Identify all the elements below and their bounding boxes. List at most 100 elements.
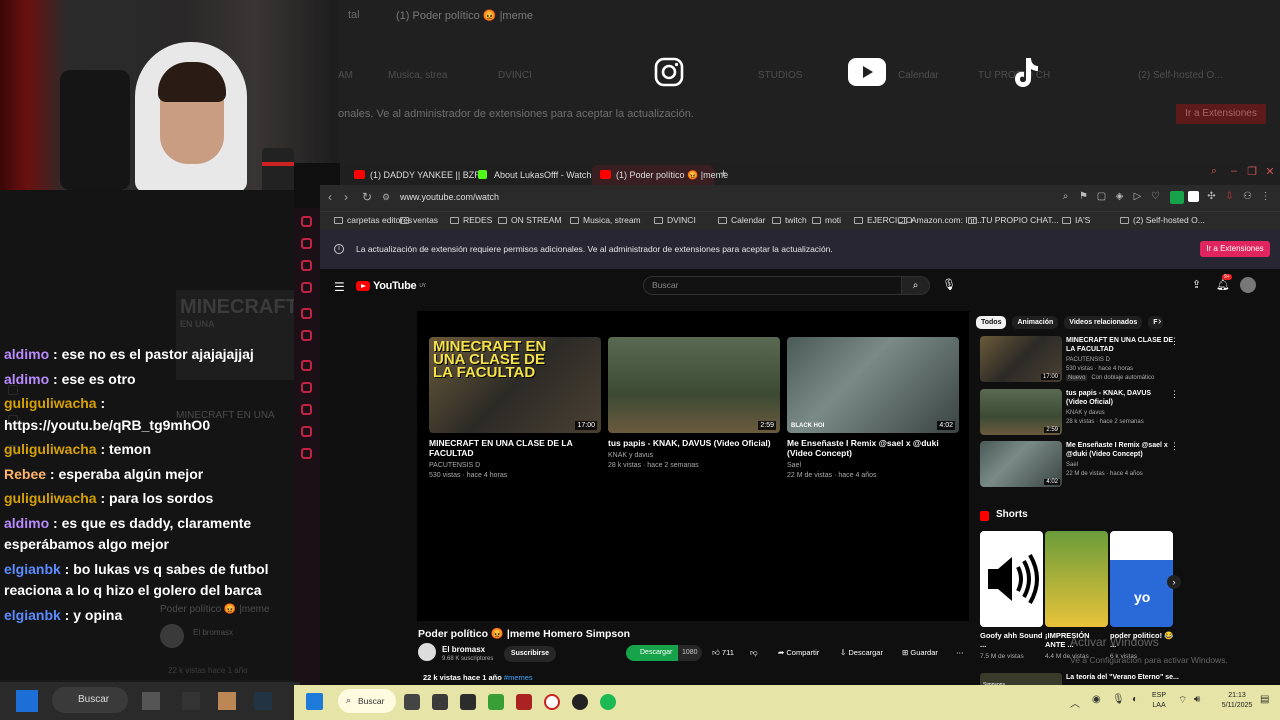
- chip-2[interactable]: Videos relacionados: [1064, 316, 1143, 329]
- chat-username[interactable]: aldimo: [4, 515, 49, 531]
- upload-icon[interactable]: ⇪: [1192, 278, 1201, 291]
- tray-icon[interactable]: ◉: [1092, 694, 1101, 705]
- sidebar-icon[interactable]: [301, 404, 312, 415]
- chat-username[interactable]: Rebee: [4, 466, 46, 482]
- download-button[interactable]: ⇩ Descargar: [840, 645, 883, 661]
- chat-username[interactable]: elgianbk: [4, 607, 61, 623]
- back-icon[interactable]: ‹: [328, 190, 332, 204]
- tray-chevron-icon[interactable]: ︿: [1070, 695, 1080, 710]
- chat-username[interactable]: aldimo: [4, 371, 49, 387]
- bookmark-icon[interactable]: ⚑: [1078, 191, 1089, 202]
- opera-icon[interactable]: [544, 694, 560, 710]
- related-title[interactable]: MINECRAFT EN UNA CLASE DE LA FACULTAD: [1066, 336, 1174, 354]
- profile-icon[interactable]: ⚇: [1242, 191, 1253, 202]
- short-thumbnail[interactable]: yo: [1110, 531, 1173, 627]
- shield-icon[interactable]: ◈: [1114, 191, 1125, 202]
- app-icon[interactable]: [516, 694, 532, 710]
- chat-username[interactable]: aldimo: [4, 346, 49, 362]
- subscribe-button[interactable]: Suscribirse: [504, 646, 556, 662]
- related-video[interactable]: 2:59 tus papis - KNAK, DAVUS (Video Ofici…: [980, 389, 1180, 439]
- sidebar-icon[interactable]: [301, 238, 312, 249]
- save-button[interactable]: ⊞ Guardar: [902, 645, 938, 661]
- app-icon[interactable]: [432, 694, 448, 710]
- url-field[interactable]: www.youtube.com/watch: [400, 192, 499, 202]
- search-input[interactable]: Buscar: [643, 276, 902, 295]
- related-title[interactable]: tus papis - KNAK, DAVUS (Video Oficial): [1066, 389, 1174, 407]
- video-thumbnail[interactable]: BLACK HOI 4:02: [787, 337, 959, 433]
- sidebar-icon[interactable]: [301, 360, 312, 371]
- bookmark-item[interactable]: moti: [812, 215, 841, 225]
- chip-0[interactable]: Todos: [976, 316, 1007, 329]
- endscreen-card[interactable]: 2:59 tus papis - KNAK, DAVUS (Video Ofici…: [608, 337, 780, 470]
- minimize-button[interactable]: –: [1226, 165, 1242, 177]
- more-button[interactable]: ⋯: [956, 645, 964, 661]
- hashtag[interactable]: #memes: [504, 673, 533, 682]
- bottom-related-title[interactable]: La teoría del "Verano Eterno" se...: [1066, 674, 1179, 681]
- youtube-logo[interactable]: YouTube UY: [356, 280, 426, 292]
- mic-tray-icon[interactable]: 🎙︎: [1112, 694, 1125, 705]
- spotify-icon[interactable]: [600, 694, 616, 710]
- share-button[interactable]: ➦ Compartir: [778, 645, 819, 661]
- taskbar-app-icon[interactable]: [254, 692, 272, 710]
- bookmark-item[interactable]: DVINCI: [654, 215, 696, 225]
- chip-1[interactable]: Animación: [1012, 316, 1059, 329]
- new-tab-button[interactable]: +: [720, 166, 727, 180]
- close-button[interactable]: ✕: [1262, 165, 1278, 178]
- sidebar-icon[interactable]: [301, 382, 312, 393]
- bookmark-item[interactable]: TU PROPIO CHAT...: [968, 215, 1059, 225]
- windows-start-icon[interactable]: [16, 690, 38, 712]
- sidebar-icon[interactable]: [301, 216, 312, 227]
- endscreen-title[interactable]: Me Enseñaste I Remix @sael x @duki (Vide…: [787, 438, 959, 458]
- maximize-button[interactable]: ❐: [1244, 165, 1260, 178]
- bookmark-item[interactable]: Calendar: [718, 215, 766, 225]
- kebab-icon[interactable]: ⋮: [1170, 389, 1179, 400]
- minecraft-icon[interactable]: [488, 694, 504, 710]
- app-icon[interactable]: [460, 694, 476, 710]
- taskbar-app-icon[interactable]: [218, 692, 236, 710]
- chat-username[interactable]: guliguliwacha: [4, 441, 97, 457]
- chat-username[interactable]: elgianbk: [4, 561, 61, 577]
- avatar[interactable]: [1240, 277, 1256, 293]
- chat-username[interactable]: guliguliwacha: [4, 490, 97, 506]
- search-button[interactable]: ⌕: [902, 276, 930, 295]
- sidebar-icon[interactable]: [301, 330, 312, 341]
- endscreen-card[interactable]: MINECRAFT EN UNA CLASE DE LA FACULTAD 17:…: [429, 337, 601, 480]
- heart-icon[interactable]: ♡: [1150, 191, 1161, 202]
- kebab-icon[interactable]: ⋮: [1170, 336, 1179, 347]
- video-thumbnail[interactable]: 2:59: [608, 337, 780, 433]
- zoom-icon[interactable]: ⌕: [1060, 191, 1071, 202]
- shorts-next-icon[interactable]: ›: [1167, 575, 1181, 589]
- sidebar-icon[interactable]: [301, 308, 312, 319]
- related-thumbnail[interactable]: 4:02: [980, 441, 1062, 487]
- sidebar-icon[interactable]: [301, 448, 312, 459]
- volume-icon[interactable]: 🔊︎: [1194, 694, 1200, 705]
- search-tabs-icon[interactable]: ⌕: [1206, 165, 1222, 178]
- bookmark-item[interactable]: REDES: [450, 215, 492, 225]
- download-icon[interactable]: ⇩: [1224, 191, 1235, 202]
- short-title[interactable]: Goofy ahh Sound ...: [980, 631, 1044, 649]
- wifi-icon[interactable]: ⌔: [1178, 694, 1187, 707]
- related-thumbnail[interactable]: 2:59: [980, 389, 1062, 435]
- tab-kick[interactable]: About LukasOfff - Watch: [470, 165, 591, 185]
- extension-icon[interactable]: [1170, 191, 1184, 204]
- bookmark-item[interactable]: ON STREAM: [498, 215, 562, 225]
- site-info-icon[interactable]: ⚙: [382, 192, 390, 203]
- tab-daddy-yankee[interactable]: (1) DADDY YANKEE || BZR: [346, 165, 481, 185]
- forward-icon[interactable]: ›: [344, 190, 348, 204]
- related-video[interactable]: 4:02 Me Enseñaste I Remix @sael x @duki (…: [980, 441, 1180, 491]
- menu-icon[interactable]: ☰: [334, 280, 345, 294]
- language-indicator[interactable]: ESP LAA: [1152, 691, 1166, 711]
- taskbar-app-icon[interactable]: [182, 692, 200, 710]
- short-thumbnail[interactable]: [980, 531, 1043, 627]
- tray-icon[interactable]: ◐: [1132, 694, 1138, 705]
- related-thumbnail[interactable]: 17:00: [980, 336, 1062, 382]
- download-extension-button[interactable]: Descargar 1080: [626, 645, 702, 661]
- windows-start-icon[interactable]: [306, 693, 323, 710]
- chevron-right-icon[interactable]: ›: [1158, 316, 1161, 327]
- play-icon[interactable]: ▷: [1132, 191, 1143, 202]
- sidebar-icon[interactable]: [301, 260, 312, 271]
- task-view-icon[interactable]: [404, 694, 420, 710]
- obs-icon[interactable]: [572, 694, 588, 710]
- mic-icon[interactable]: 🎙: [942, 278, 956, 291]
- menu-icon[interactable]: ⋮: [1260, 191, 1271, 202]
